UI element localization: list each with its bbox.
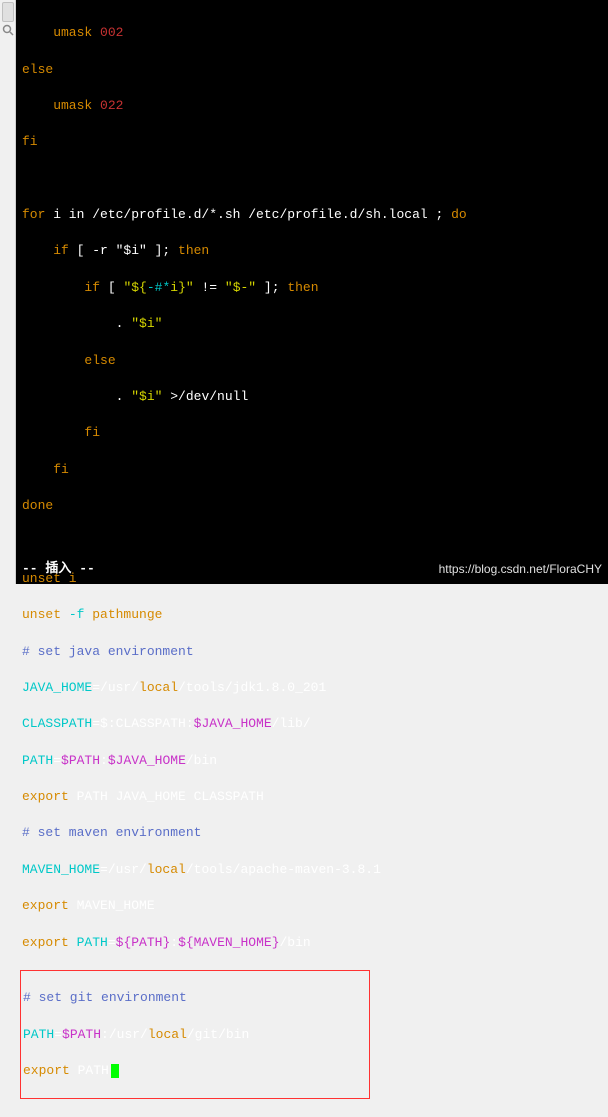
code-line: umask 002: [22, 24, 604, 42]
code-line: for i in /etc/profile.d/*.sh /etc/profil…: [22, 206, 604, 224]
code-line: # set maven environment: [22, 824, 604, 842]
code-line: MAVEN_HOME=/usr/local/tools/apache-maven…: [22, 861, 604, 879]
cursor: [111, 1064, 119, 1078]
code-line: else: [22, 61, 604, 79]
code-line: umask 022: [22, 97, 604, 115]
code-line: export MAVEN_HOME: [22, 897, 604, 915]
code-line: fi: [22, 461, 604, 479]
watermark: https://blog.csdn.net/FloraCHY: [439, 561, 602, 578]
scrollbar[interactable]: [0, 0, 16, 584]
code-line: [22, 170, 604, 188]
code-line: else: [22, 352, 604, 370]
terminal-editor[interactable]: umask 002 else umask 022 fi for i in /et…: [16, 0, 608, 584]
code-line: fi: [22, 424, 604, 442]
scrollbar-thumb[interactable]: [2, 2, 14, 22]
search-icon[interactable]: [0, 22, 16, 38]
code-line: export PATH: [23, 1062, 367, 1080]
highlighted-box: # set git environment PATH=$PATH:/usr/lo…: [20, 970, 370, 1099]
code-line: done: [22, 497, 604, 515]
code-line: PATH=$PATH:/usr/local/git/bin: [23, 1026, 367, 1044]
code-line: PATH=$PATH:$JAVA_HOME/bin: [22, 752, 604, 770]
code-line: export PATH=${PATH}:${MAVEN_HOME}/bin: [22, 934, 604, 952]
code-line: export PATH JAVA_HOME CLASSPATH: [22, 788, 604, 806]
code-line: unset -f pathmunge: [22, 606, 604, 624]
code-line: # set java environment: [22, 643, 604, 661]
vim-mode-status: -- 插入 --: [22, 560, 95, 578]
code-line: if [ -r "$i" ]; then: [22, 242, 604, 260]
code-line: . "$i" >/dev/null: [22, 388, 604, 406]
code-line: [22, 533, 604, 551]
code-line: JAVA_HOME=/usr/local/tools/jdk1.8.0_201: [22, 679, 604, 697]
code-line: if [ "${-#*i}" != "$-" ]; then: [22, 279, 604, 297]
code-line: # set git environment: [23, 989, 367, 1007]
code-line: . "$i": [22, 315, 604, 333]
code-line: fi: [22, 133, 604, 151]
code-line: CLASSPATH=$:CLASSPATH:$JAVA_HOME/lib/: [22, 715, 604, 733]
